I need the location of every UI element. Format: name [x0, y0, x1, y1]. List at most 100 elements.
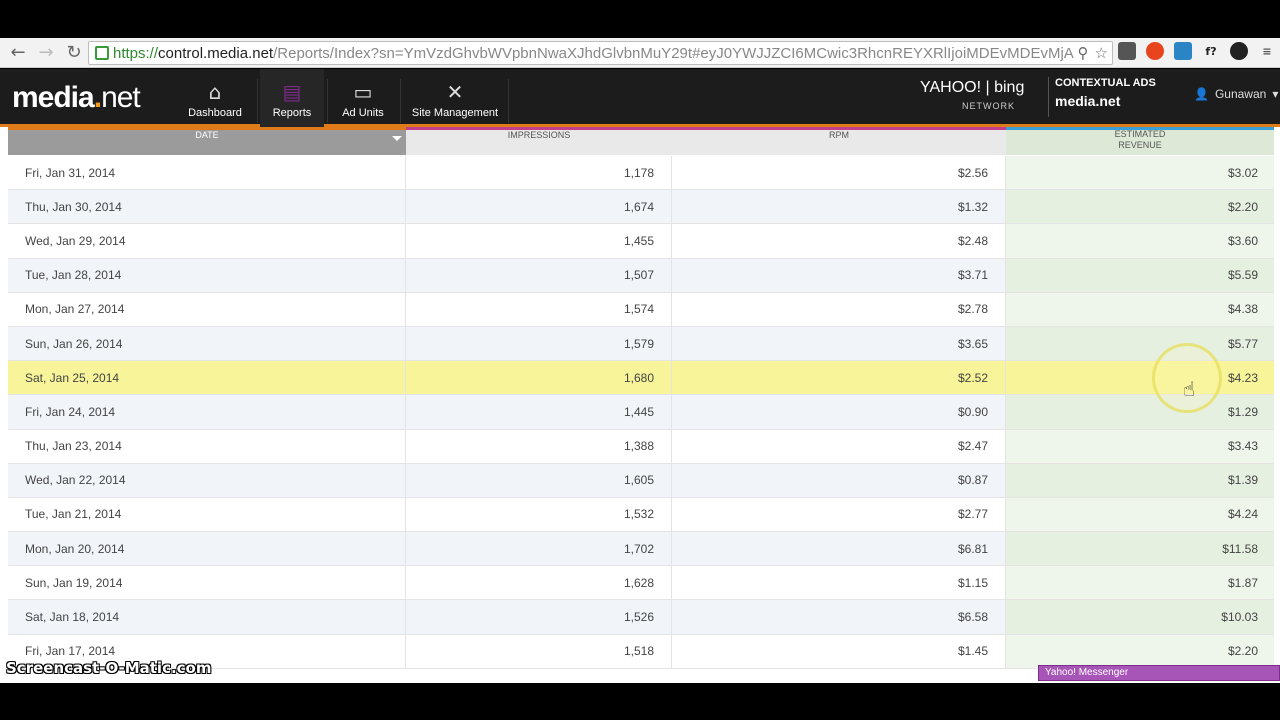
- table-row[interactable]: Fri, Jan 24, 2014 1,445 $0.90 $1.29: [8, 395, 1274, 430]
- cell-date: Thu, Jan 23, 2014: [8, 429, 406, 463]
- cell-impressions: 1,579: [406, 326, 672, 361]
- nav-site-management[interactable]: ✕ Site Management: [408, 69, 502, 127]
- table-row[interactable]: Mon, Jan 20, 2014 1,702 $6.81 $11.58: [8, 532, 1274, 567]
- partner-subtitle: NETWORK: [962, 101, 1015, 111]
- user-name: Gunawan: [1214, 87, 1267, 101]
- url-path: /Reports/Index?sn=YmVzdGhvbWVpbnNwaXJhdG…: [273, 44, 1093, 62]
- mendeley-icon[interactable]: [1174, 42, 1192, 60]
- cell-rpm: $2.47: [672, 429, 1006, 463]
- report-content: DATE IMPRESSIONS RPM ESTIMATED REVENUE F…: [0, 127, 1280, 683]
- contextual-brand: media.net: [1055, 93, 1121, 109]
- nav-ad-units[interactable]: ▭ Ad Units: [332, 69, 394, 127]
- stumbleupon-icon[interactable]: [1146, 42, 1164, 60]
- column-header-date[interactable]: DATE: [8, 127, 406, 155]
- cell-impressions: 1,518: [406, 634, 672, 668]
- browser-toolbar: ← → ↻ https:// control.media.net /Report…: [0, 38, 1280, 68]
- search-icon[interactable]: ⚲: [1078, 44, 1089, 62]
- lock-icon: [95, 46, 109, 60]
- nav-reports-label: Reports: [272, 107, 312, 119]
- cell-revenue: $3.02: [1006, 156, 1274, 190]
- forward-icon[interactable]: →: [32, 39, 60, 67]
- nav-divider: [508, 79, 509, 123]
- table-body: Fri, Jan 31, 2014 1,178 $2.56 $3.02 Thu, Jan…: [8, 156, 1274, 669]
- reload-icon[interactable]: ↻: [60, 39, 88, 67]
- cell-impressions: 1,388: [406, 429, 672, 463]
- cell-revenue: $2.20: [1006, 634, 1274, 668]
- watermark: Screencast-O-Matic.com: [6, 659, 212, 677]
- logo-text: media: [12, 81, 95, 114]
- cell-rpm: $6.58: [672, 600, 1006, 634]
- cell-date: Wed, Jan 22, 2014: [8, 463, 406, 497]
- cell-impressions: 1,455: [406, 224, 672, 258]
- cell-impressions: 1,574: [406, 292, 672, 326]
- table-row[interactable]: Fri, Jan 31, 2014 1,178 $2.56 $3.02: [8, 156, 1274, 191]
- table-row[interactable]: Sat, Jan 25, 2014 1,680 $2.52 $4.23: [8, 361, 1274, 396]
- chevron-down-icon: ▾: [1272, 87, 1279, 101]
- star-icon[interactable]: ☆: [1095, 44, 1108, 62]
- address-bar[interactable]: https:// control.media.net /Reports/Inde…: [88, 41, 1113, 65]
- cell-impressions: 1,178: [406, 156, 672, 190]
- extension-icon[interactable]: [1118, 42, 1136, 60]
- cell-date: Fri, Jan 24, 2014: [8, 395, 406, 429]
- formula-icon[interactable]: f?: [1202, 42, 1220, 60]
- table-row[interactable]: Tue, Jan 21, 2014 1,532 $2.77 $4.24: [8, 497, 1274, 533]
- logo-dot: .: [93, 81, 102, 114]
- extension-icons: f? ≡: [1118, 42, 1276, 60]
- revenue-header-top-label: ESTIMATED: [1114, 129, 1166, 139]
- nav-ad-units-label: Ad Units: [342, 107, 384, 119]
- user-menu[interactable]: 👤 Gunawan ▾: [1194, 87, 1278, 101]
- medianet-logo[interactable]: media.net: [12, 81, 141, 115]
- table-row[interactable]: Thu, Jan 30, 2014 1,674 $1.32 $2.20: [8, 190, 1274, 225]
- contextual-title: CONTEXTUAL ADS: [1055, 77, 1156, 89]
- back-icon[interactable]: ←: [4, 39, 32, 67]
- cell-impressions: 1,628: [406, 566, 672, 600]
- date-header-label: DATE: [195, 130, 219, 140]
- nav-reports[interactable]: ▤ Reports: [260, 69, 324, 127]
- cell-date: Fri, Jan 31, 2014: [8, 156, 406, 190]
- table-row[interactable]: Wed, Jan 22, 2014 1,605 $0.87 $1.39: [8, 463, 1274, 498]
- table-header: DATE IMPRESSIONS RPM ESTIMATED REVENUE: [8, 127, 1274, 155]
- cell-revenue: $1.87: [1006, 566, 1274, 600]
- sort-down-icon: [392, 136, 402, 141]
- nav-dashboard[interactable]: ⌂ Dashboard: [182, 69, 248, 127]
- cell-date: Sat, Jan 18, 2014: [8, 600, 406, 634]
- color-picker-icon[interactable]: [1230, 42, 1248, 60]
- cell-revenue: $4.24: [1006, 497, 1274, 532]
- nav-divider: [327, 79, 328, 123]
- cell-impressions: 1,526: [406, 600, 672, 634]
- cell-date: Thu, Jan 30, 2014: [8, 190, 406, 224]
- yahoo-messenger-bar[interactable]: Yahoo! Messenger: [1038, 665, 1280, 681]
- table-row[interactable]: Wed, Jan 29, 2014 1,455 $2.48 $3.60: [8, 224, 1274, 259]
- partner-title: YAHOO! | bing: [920, 79, 1025, 96]
- cell-rpm: $3.65: [672, 326, 1006, 361]
- table-row[interactable]: Tue, Jan 28, 2014 1,507 $3.71 $5.59: [8, 258, 1274, 293]
- menu-icon[interactable]: ≡: [1258, 42, 1276, 60]
- column-header-revenue[interactable]: ESTIMATED REVENUE: [1006, 127, 1274, 155]
- column-header-rpm[interactable]: RPM: [672, 127, 1006, 155]
- cell-impressions: 1,507: [406, 258, 672, 292]
- table-row[interactable]: Sun, Jan 19, 2014 1,628 $1.15 $1.87: [8, 566, 1274, 601]
- tools-icon: ✕: [446, 80, 464, 104]
- table-row[interactable]: Sun, Jan 26, 2014 1,579 $3.65 $5.77: [8, 326, 1274, 362]
- table-row[interactable]: Thu, Jan 23, 2014 1,388 $2.47 $3.43: [8, 429, 1274, 464]
- impressions-header-label: IMPRESSIONS: [507, 130, 571, 140]
- table-row[interactable]: Mon, Jan 27, 2014 1,574 $2.78 $4.38: [8, 292, 1274, 327]
- cell-date: Wed, Jan 29, 2014: [8, 224, 406, 258]
- cell-revenue: $2.20: [1006, 190, 1274, 224]
- nav-dashboard-label: Dashboard: [188, 107, 242, 119]
- rpm-header-label: RPM: [829, 130, 849, 140]
- cell-date: Tue, Jan 21, 2014: [8, 497, 406, 532]
- table-row[interactable]: Sat, Jan 18, 2014 1,526 $6.58 $10.03: [8, 600, 1274, 635]
- column-header-impressions[interactable]: IMPRESSIONS: [406, 127, 672, 155]
- nav-divider: [257, 79, 258, 123]
- cell-rpm: $6.81: [672, 532, 1006, 566]
- cell-rpm: $3.71: [672, 258, 1006, 292]
- cell-rpm: $2.56: [672, 156, 1006, 190]
- contextual-ads-badge: CONTEXTUAL ADS media.net: [1048, 77, 1156, 117]
- cell-impressions: 1,674: [406, 190, 672, 224]
- cell-rpm: $1.15: [672, 566, 1006, 600]
- cell-rpm: $0.90: [672, 395, 1006, 429]
- cell-date: Tue, Jan 28, 2014: [8, 258, 406, 292]
- cell-impressions: 1,445: [406, 395, 672, 429]
- hand-cursor-icon: ☝: [1183, 377, 1196, 401]
